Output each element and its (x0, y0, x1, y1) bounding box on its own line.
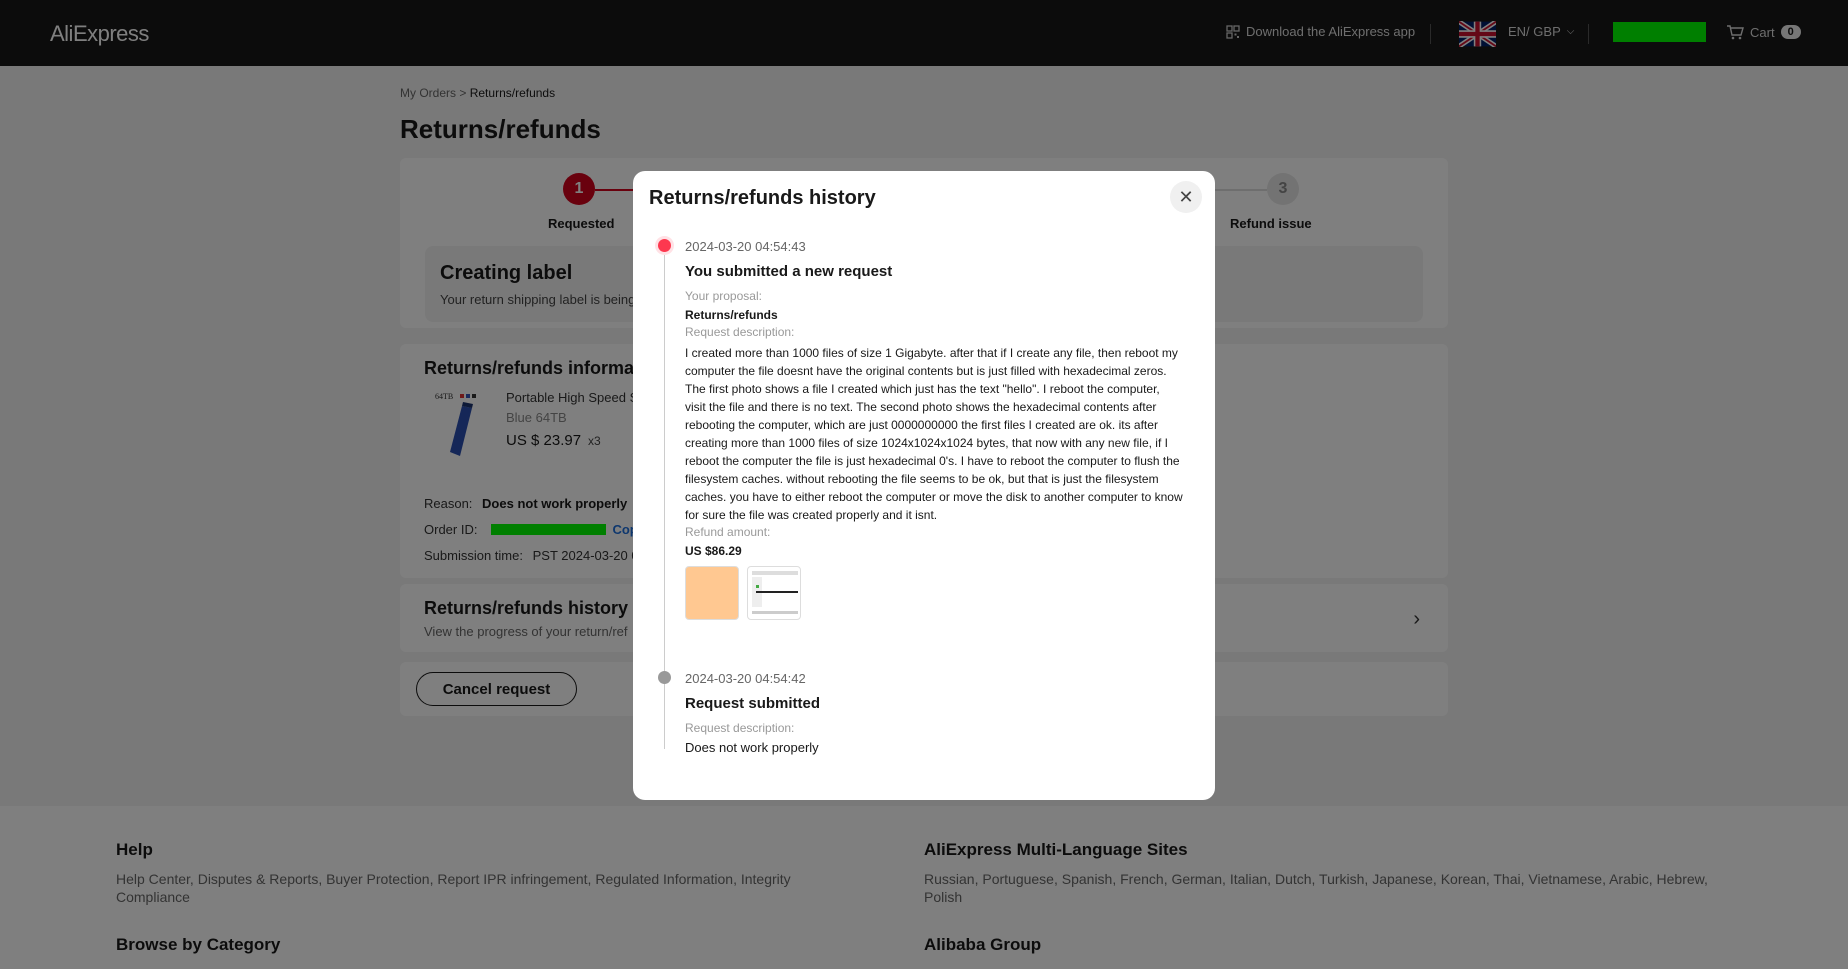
proposal-label: Your proposal: (685, 289, 762, 303)
close-icon[interactable]: ✕ (1170, 181, 1202, 213)
attachment-thumbnail[interactable] (747, 566, 801, 620)
event-title: You submitted a new request (685, 263, 893, 280)
description-label: Request description: (685, 325, 795, 339)
event-title: Request submitted (685, 695, 821, 712)
event-time: 2024-03-20 04:54:43 (685, 239, 806, 254)
timeline-dot (658, 671, 671, 684)
description-text: I created more than 1000 files of size 1… (685, 346, 1183, 522)
timeline-event: 2024-03-20 04:54:42 Request submitted Re… (685, 671, 1185, 757)
event-time: 2024-03-20 04:54:42 (685, 671, 806, 686)
timeline-dot-active (658, 239, 671, 252)
modal-title: Returns/refunds history (649, 187, 876, 209)
description-text: Does not work properly (685, 740, 819, 755)
attachment-thumbnail[interactable] (685, 566, 739, 620)
refund-amount-label: Refund amount: (685, 525, 771, 539)
timeline-event: 2024-03-20 04:54:43 You submitted a new … (685, 239, 1185, 620)
attachment-thumbnails (685, 566, 1185, 620)
proposal-value: Returns/refunds (685, 308, 778, 322)
history-modal: Returns/refunds history ✕ 2024-03-20 04:… (633, 171, 1215, 800)
description-label: Request description: (685, 721, 795, 735)
refund-amount-value: US $86.29 (685, 544, 742, 558)
